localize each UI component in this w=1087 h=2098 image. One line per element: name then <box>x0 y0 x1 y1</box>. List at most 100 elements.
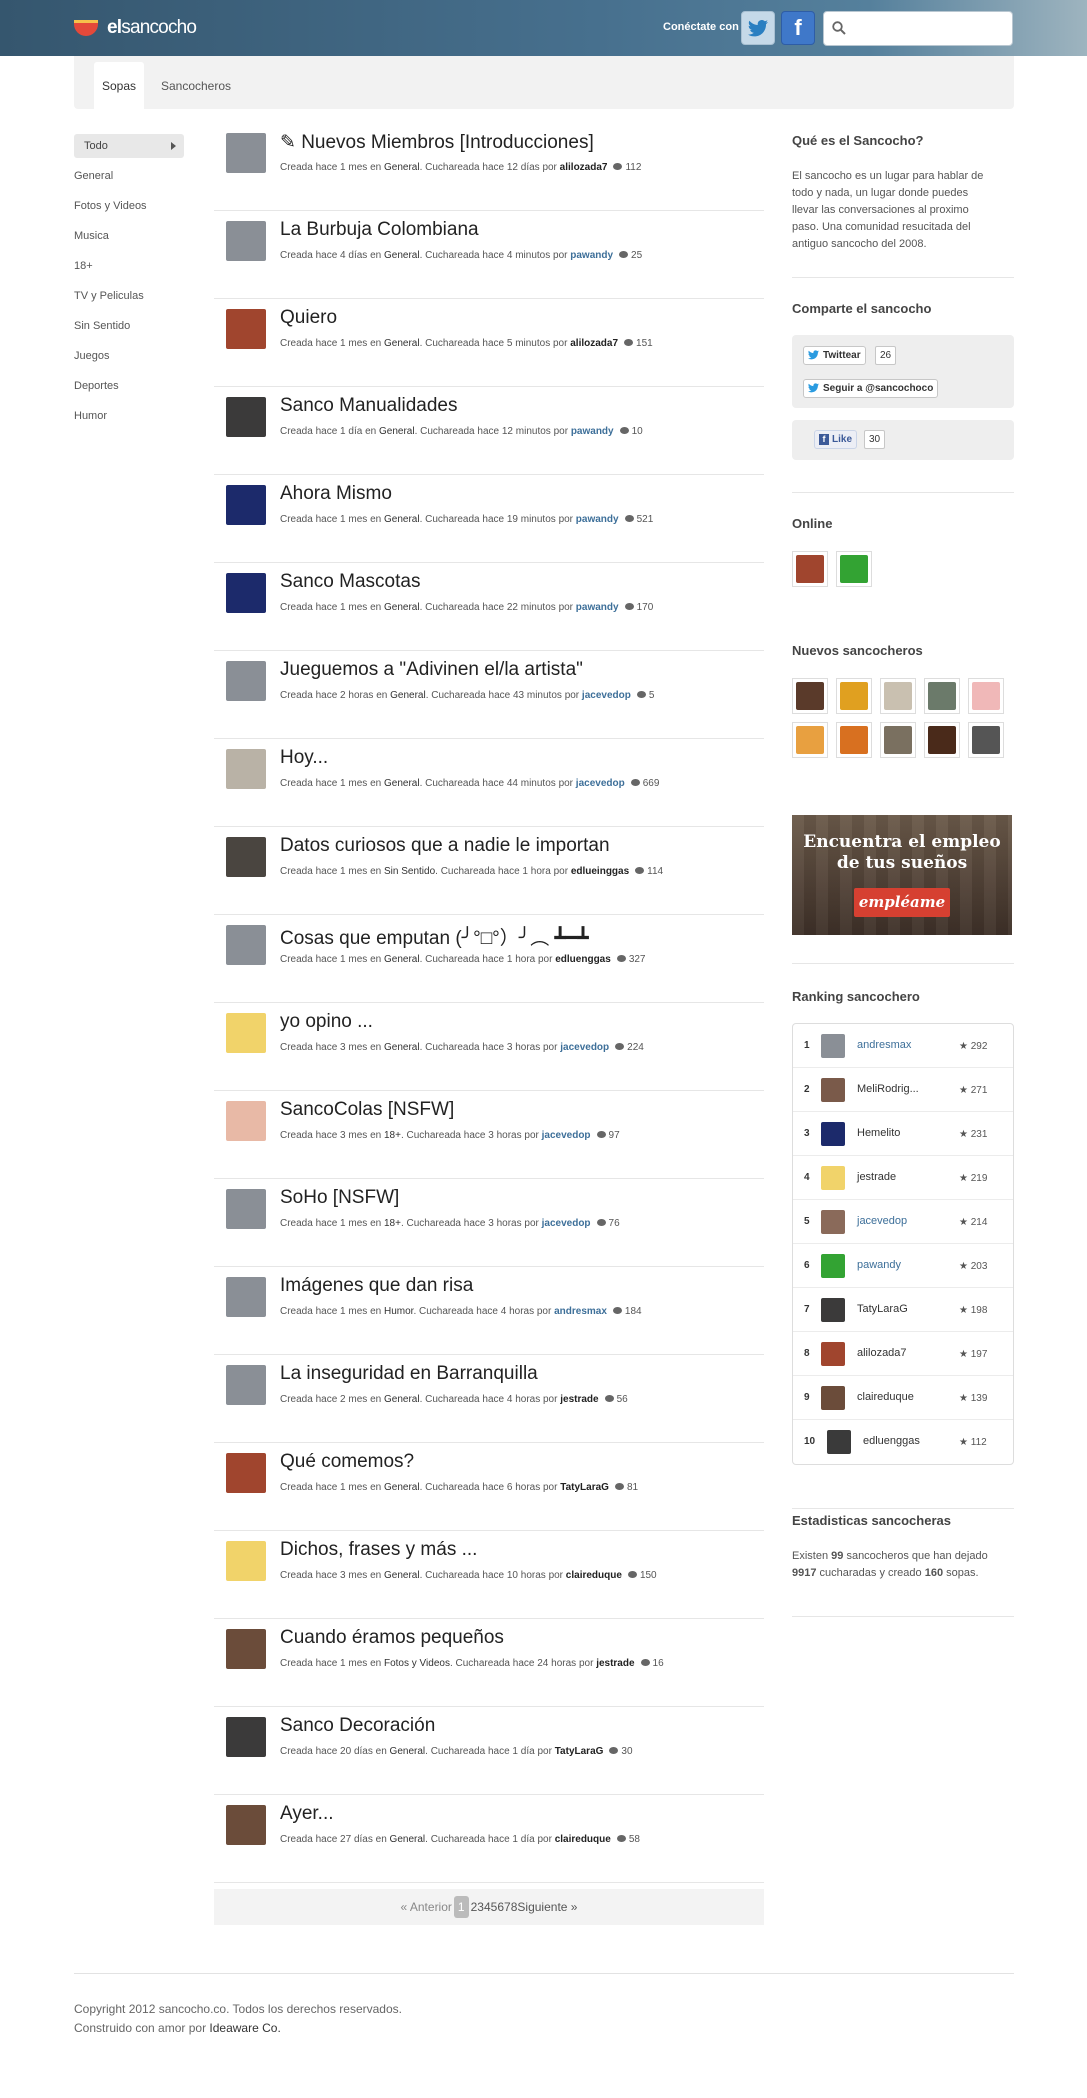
topic-title[interactable]: ✎ Nuevos Miembros [Introducciones] <box>280 131 594 154</box>
pagination-page[interactable]: 1 <box>453 1896 469 1918</box>
user-avatar[interactable] <box>226 837 266 877</box>
pagination-page[interactable]: 6 <box>497 1900 504 1914</box>
user-avatar[interactable] <box>226 661 266 701</box>
topic-row[interactable]: Sanco Mascotas Creada hace 1 mes en Gener… <box>214 563 764 651</box>
topic-title[interactable]: Sanco Decoración <box>280 1715 435 1737</box>
topic-author[interactable]: TatyLaraG <box>555 1746 604 1757</box>
topic-title[interactable]: Ayer... <box>280 1803 334 1825</box>
category-item[interactable]: 18+ <box>74 251 184 281</box>
user-avatar[interactable] <box>226 1365 266 1405</box>
pagination-page[interactable]: 8 <box>511 1900 518 1914</box>
topic-author[interactable]: claireduque <box>566 1570 622 1581</box>
topic-row[interactable]: Ahora Mismo Creada hace 1 mes en General.… <box>214 475 764 563</box>
category-item[interactable]: Humor <box>74 401 184 431</box>
topic-row[interactable]: Datos curiosos que a nadie le importan Cr… <box>214 827 764 915</box>
topic-category[interactable]: General <box>384 1482 420 1493</box>
new-user-avatar[interactable] <box>836 722 872 758</box>
topic-category[interactable]: General <box>384 162 420 173</box>
topic-category[interactable]: 18+ <box>384 1130 401 1141</box>
job-ad-banner[interactable]: Encuentra el empleo de tus sueños empléa… <box>792 815 1012 935</box>
pagination-page[interactable]: 4 <box>484 1900 491 1914</box>
rank-username[interactable]: TatyLaraG <box>857 1303 908 1315</box>
topic-row[interactable]: La Burbuja Colombiana Creada hace 4 días … <box>214 211 764 299</box>
user-avatar[interactable] <box>226 397 266 437</box>
topic-category[interactable]: General <box>384 250 420 261</box>
topic-title[interactable]: La Burbuja Colombiana <box>280 219 479 241</box>
topic-title[interactable]: Hoy... <box>280 747 328 769</box>
topic-row[interactable]: Hoy... Creada hace 1 mes en General. Cuch… <box>214 739 764 827</box>
topic-row[interactable]: Qué comemos? Creada hace 1 mes en General… <box>214 1443 764 1531</box>
online-user-avatar[interactable] <box>792 551 828 587</box>
new-user-avatar[interactable] <box>924 722 960 758</box>
ranking-row[interactable]: 4 jestrade ★ 219 <box>793 1156 1013 1200</box>
tab-sopas[interactable]: Sopas <box>94 62 144 109</box>
topic-category[interactable]: General <box>390 1746 426 1757</box>
ranking-row[interactable]: 1 andresmax ★ 292 <box>793 1024 1013 1068</box>
user-avatar[interactable] <box>226 1189 266 1229</box>
topic-row[interactable]: yo opino ... Creada hace 3 mes en General… <box>214 1003 764 1091</box>
pagination-page[interactable]: 2 <box>471 1900 478 1914</box>
search-input[interactable] <box>854 19 1004 39</box>
search-box[interactable] <box>823 11 1013 46</box>
user-avatar[interactable] <box>226 925 266 965</box>
category-item[interactable]: General <box>74 161 184 191</box>
topic-row[interactable]: Cosas que emputan (╯°□°）╯︵ ┻━┻ Creada hac… <box>214 915 764 1003</box>
user-avatar[interactable] <box>821 1210 845 1234</box>
pagination-prev[interactable]: « Anterior <box>401 1900 452 1914</box>
topic-title[interactable]: Sanco Manualidades <box>280 395 457 417</box>
topic-title[interactable]: Ahora Mismo <box>280 483 392 505</box>
topic-title[interactable]: Jueguemos a "Adivinen el/la artista" <box>280 659 583 681</box>
topic-category[interactable]: General <box>384 1570 420 1581</box>
rank-username[interactable]: alilozada7 <box>857 1347 907 1359</box>
tweet-button[interactable]: Twittear <box>803 346 866 365</box>
user-avatar[interactable] <box>827 1430 851 1454</box>
topic-title[interactable]: La inseguridad en Barranquilla <box>280 1363 538 1385</box>
topic-row[interactable]: Imágenes que dan risa Creada hace 1 mes e… <box>214 1267 764 1355</box>
topic-row[interactable]: Cuando éramos pequeños Creada hace 1 mes … <box>214 1619 764 1707</box>
topic-row[interactable]: La inseguridad en Barranquilla Creada hac… <box>214 1355 764 1443</box>
facebook-like-button[interactable]: f Like <box>814 430 858 449</box>
new-user-avatar[interactable] <box>792 678 828 714</box>
topic-author[interactable]: jacevedop <box>560 1042 609 1053</box>
user-avatar[interactable] <box>226 1629 266 1669</box>
topic-title[interactable]: Qué comemos? <box>280 1451 414 1473</box>
user-avatar[interactable] <box>821 1034 845 1058</box>
ranking-row[interactable]: 3 Hemelito ★ 231 <box>793 1112 1013 1156</box>
user-avatar[interactable] <box>821 1386 845 1410</box>
topic-category[interactable]: General <box>384 514 420 525</box>
rank-username[interactable]: Hemelito <box>857 1127 900 1139</box>
topic-author[interactable]: jestrade <box>596 1658 634 1669</box>
category-item[interactable]: Todo <box>74 134 184 158</box>
category-item[interactable]: Sin Sentido <box>74 311 184 341</box>
site-logo[interactable]: elsancocho <box>74 15 197 41</box>
user-avatar[interactable] <box>821 1254 845 1278</box>
user-avatar[interactable] <box>226 1013 266 1053</box>
category-item[interactable]: TV y Peliculas <box>74 281 184 311</box>
ideaware-link[interactable]: Ideaware Co. <box>209 2021 280 2035</box>
topic-title[interactable]: SancoColas [NSFW] <box>280 1099 454 1121</box>
topic-category[interactable]: 18+ <box>384 1218 401 1229</box>
user-avatar[interactable] <box>226 221 266 261</box>
category-item[interactable]: Fotos y Videos <box>74 191 184 221</box>
pagination-page[interactable]: 5 <box>491 1900 498 1914</box>
new-user-avatar[interactable] <box>880 678 916 714</box>
category-item[interactable]: Musica <box>74 221 184 251</box>
facebook-login-button[interactable]: f <box>781 11 815 45</box>
user-avatar[interactable] <box>226 573 266 613</box>
user-avatar[interactable] <box>821 1342 845 1366</box>
pagination-page[interactable]: 3 <box>477 1900 484 1914</box>
topic-author[interactable]: alilozada7 <box>570 338 618 349</box>
topic-category[interactable]: General <box>390 690 426 701</box>
ranking-row[interactable]: 6 pawandy ★ 203 <box>793 1244 1013 1288</box>
topic-author[interactable]: edluenggas <box>555 954 611 965</box>
ranking-row[interactable]: 10 edluenggas ★ 112 <box>793 1420 1013 1464</box>
topic-author[interactable]: TatyLaraG <box>560 1482 609 1493</box>
ranking-row[interactable]: 9 claireduque ★ 139 <box>793 1376 1013 1420</box>
rank-username[interactable]: pawandy <box>857 1259 901 1271</box>
new-user-avatar[interactable] <box>924 678 960 714</box>
topic-category[interactable]: Fotos y Videos <box>384 1658 450 1669</box>
topic-author[interactable]: jacevedop <box>576 778 625 789</box>
category-item[interactable]: Juegos <box>74 341 184 371</box>
topic-category[interactable]: General <box>384 338 420 349</box>
ranking-row[interactable]: 5 jacevedop ★ 214 <box>793 1200 1013 1244</box>
